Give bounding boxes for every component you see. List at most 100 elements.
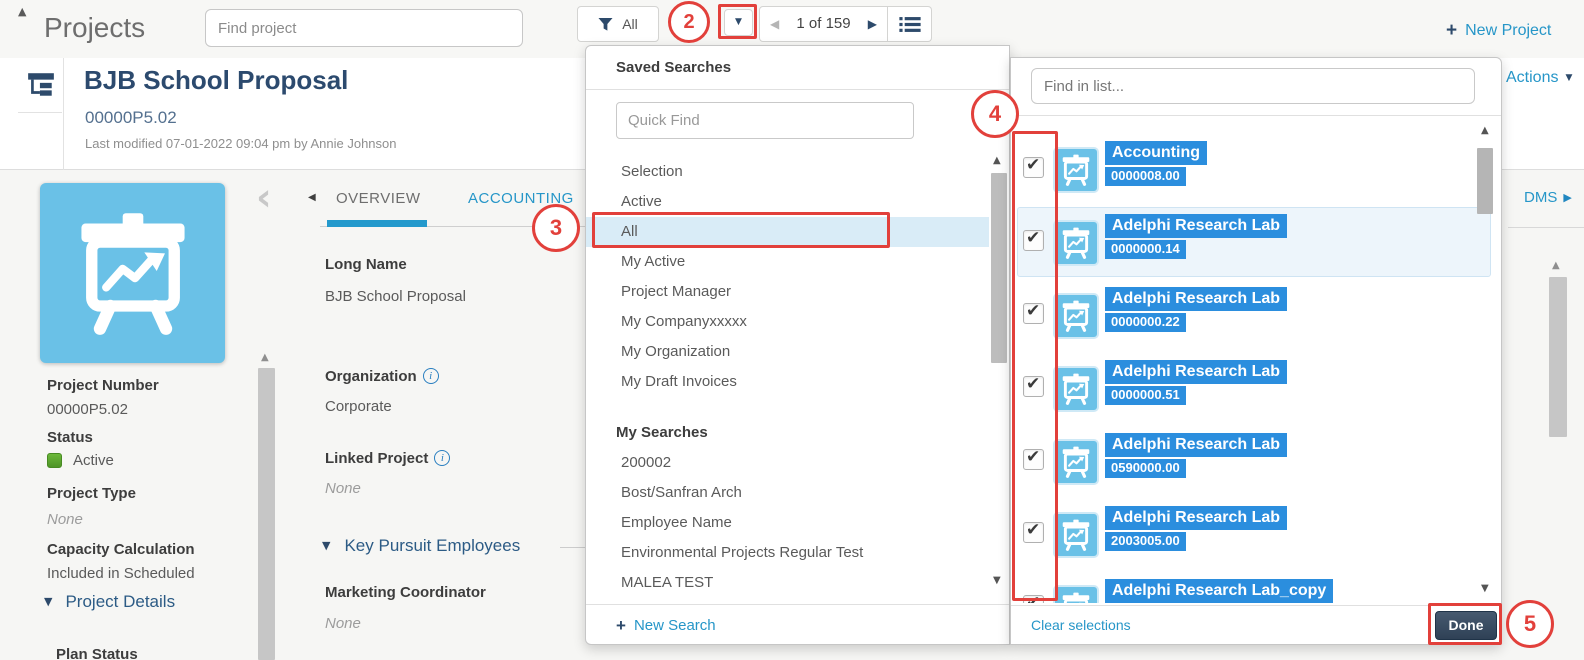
scroll-up-icon[interactable]: ▲ (1481, 126, 1489, 136)
project-name[interactable]: Adelphi Research Lab (1105, 506, 1288, 531)
saved-search-selection[interactable]: Selection (586, 157, 989, 187)
sort-caret-icon[interactable]: ▲ (18, 6, 26, 17)
project-list: ✔ Accounting 0000008.00 ✔ Adelphi Resear… (1011, 116, 1503, 603)
list-item[interactable]: ✔ Adelphi Research Lab 0590000.00 (1011, 433, 1503, 503)
project-name[interactable]: Adelphi Research Lab (1105, 433, 1288, 458)
info-icon[interactable]: i (434, 450, 451, 467)
saved-search-my-company[interactable]: My Companyxxxxx (586, 307, 989, 337)
saved-searches-title: Saved Searches (616, 59, 732, 76)
list-item[interactable]: ✔ Adelphi Research Lab 0000000.22 (1011, 287, 1503, 357)
list-view-button[interactable] (888, 6, 932, 42)
saved-search-my-active[interactable]: My Active (586, 247, 989, 277)
annotation-circle-5: 5 (1506, 600, 1554, 648)
clear-selections-link[interactable]: Clear selections (1031, 617, 1131, 633)
capacity-value: Included in Scheduled (47, 565, 195, 582)
status-row: Active (47, 452, 114, 469)
next-record-icon[interactable]: ▶ (868, 18, 877, 30)
capacity-label: Capacity Calculation (47, 541, 195, 558)
project-list-scrollbar-thumb[interactable] (1477, 148, 1493, 214)
actions-menu[interactable]: Actions ▼ (1506, 69, 1572, 87)
collapse-panel-chevron[interactable]: ‹ (256, 178, 272, 216)
project-code: 0590000.00 (1105, 459, 1186, 479)
record-pager: ◀ 1 of 159 ▶ (759, 6, 888, 42)
scroll-up-icon[interactable]: ▲ (993, 156, 1001, 166)
saved-search-my-draft-invoices[interactable]: My Draft Invoices (586, 367, 989, 397)
project-name[interactable]: Adelphi Research Lab (1105, 287, 1288, 312)
project-name[interactable]: Adelphi Research Lab (1105, 360, 1288, 385)
project-name[interactable]: Accounting (1105, 141, 1207, 166)
annotation-box-all (592, 212, 890, 248)
prev-record-icon[interactable]: ◀ (770, 18, 779, 30)
find-in-list-input[interactable] (1031, 68, 1475, 104)
project-type-value: None (47, 511, 83, 528)
saved-searches-popup: Saved Searches Selection Active All My A… (585, 45, 1010, 645)
project-details-section-toggle[interactable]: ▼ Project Details (44, 592, 175, 612)
project-easel-icon (1053, 585, 1099, 603)
linked-project-label-row: Linked Project i (325, 450, 451, 468)
saved-search-my-organization[interactable]: My Organization (586, 337, 989, 367)
my-search-environmental[interactable]: Environmental Projects Regular Test (586, 538, 989, 568)
list-item[interactable]: ✔ Accounting 0000008.00 (1011, 141, 1503, 211)
active-tab-indicator (327, 220, 427, 227)
annotation-box-dropdown (718, 4, 757, 39)
saved-searches-scrollbar-thumb[interactable] (991, 173, 1007, 363)
list-item[interactable]: ✔ Adelphi Research Lab 2003005.00 (1011, 506, 1503, 576)
annotation-circle-4: 4 (971, 90, 1019, 138)
project-code: 0000008.00 (1105, 167, 1186, 187)
my-search-bost-sanfran[interactable]: Bost/Sanfran Arch (586, 478, 989, 508)
scroll-up-icon[interactable]: ▲ (1552, 261, 1560, 271)
filter-button[interactable]: All (577, 6, 659, 42)
info-icon[interactable]: i (422, 368, 439, 385)
marketing-coordinator-label: Marketing Coordinator (325, 584, 486, 601)
tab-overview[interactable]: OVERVIEW (336, 190, 421, 207)
divider (586, 89, 1009, 90)
my-searches-heading: My Searches (616, 424, 708, 441)
my-search-200002[interactable]: 200002 (586, 448, 989, 478)
organization-label: Organization (325, 368, 417, 385)
long-name-value: BJB School Proposal (325, 288, 466, 305)
list-item[interactable]: ✔ Adelphi Research Lab 0000000.51 (1011, 360, 1503, 430)
project-number-value: 00000P5.02 (47, 401, 128, 418)
project-details-heading: Project Details (65, 592, 176, 611)
list-item[interactable]: ✔ Adelphi Research Lab 0000000.14 (1011, 207, 1503, 284)
new-project-button[interactable]: + New Project (1446, 20, 1551, 42)
presentation-easel-icon (67, 207, 199, 339)
annotation-circle-2: 2 (668, 1, 710, 43)
linked-project-value: None (325, 480, 361, 497)
my-search-malea-test[interactable]: MALEA TEST (586, 568, 989, 598)
plan-status-label: Plan Status (56, 646, 138, 660)
project-number: 00000P5.02 (85, 108, 177, 127)
organization-value: Corporate (325, 398, 392, 415)
left-panel-scrollbar-thumb[interactable] (258, 368, 275, 660)
scroll-down-icon[interactable]: ▼ (1481, 584, 1489, 594)
new-search-label: New Search (633, 617, 716, 635)
tab-scroll-left-icon[interactable]: ◀ (308, 193, 316, 203)
project-name[interactable]: Adelphi Research Lab (1105, 214, 1288, 239)
linked-project-label: Linked Project (325, 450, 429, 467)
new-search-button[interactable]: + New Search (616, 616, 716, 636)
my-search-employee-name[interactable]: Employee Name (586, 508, 989, 538)
triangle-down-icon: ▼ (44, 595, 53, 609)
project-easel-icon (1053, 220, 1099, 266)
project-easel-icon (1053, 512, 1099, 558)
status-value: Active (73, 452, 114, 469)
divider (560, 547, 585, 548)
divider (1508, 227, 1584, 228)
project-name[interactable]: Adelphi Research Lab_copy (1105, 579, 1334, 603)
page-scrollbar-thumb[interactable] (1549, 277, 1567, 437)
quick-find-input[interactable] (616, 102, 914, 139)
chevron-right-icon: ▶ (1563, 191, 1572, 205)
annotation-box-checkboxes (1012, 131, 1058, 601)
scroll-up-icon[interactable]: ▲ (261, 353, 269, 363)
hierarchy-icon[interactable] (26, 70, 56, 100)
status-label: Status (47, 429, 93, 446)
chevron-down-icon: ▼ (1565, 72, 1573, 83)
key-pursuit-section-toggle[interactable]: ▼ Key Pursuit Employees (322, 536, 520, 556)
dms-link[interactable]: DMS ▶ (1524, 189, 1572, 206)
project-number-label: Project Number (47, 377, 159, 394)
find-project-input[interactable] (205, 9, 523, 47)
scroll-down-icon[interactable]: ▼ (993, 576, 1001, 586)
long-name-label: Long Name (325, 256, 407, 273)
list-item[interactable]: ✔ Adelphi Research Lab_copy (1011, 579, 1503, 603)
saved-search-project-manager[interactable]: Project Manager (586, 277, 989, 307)
